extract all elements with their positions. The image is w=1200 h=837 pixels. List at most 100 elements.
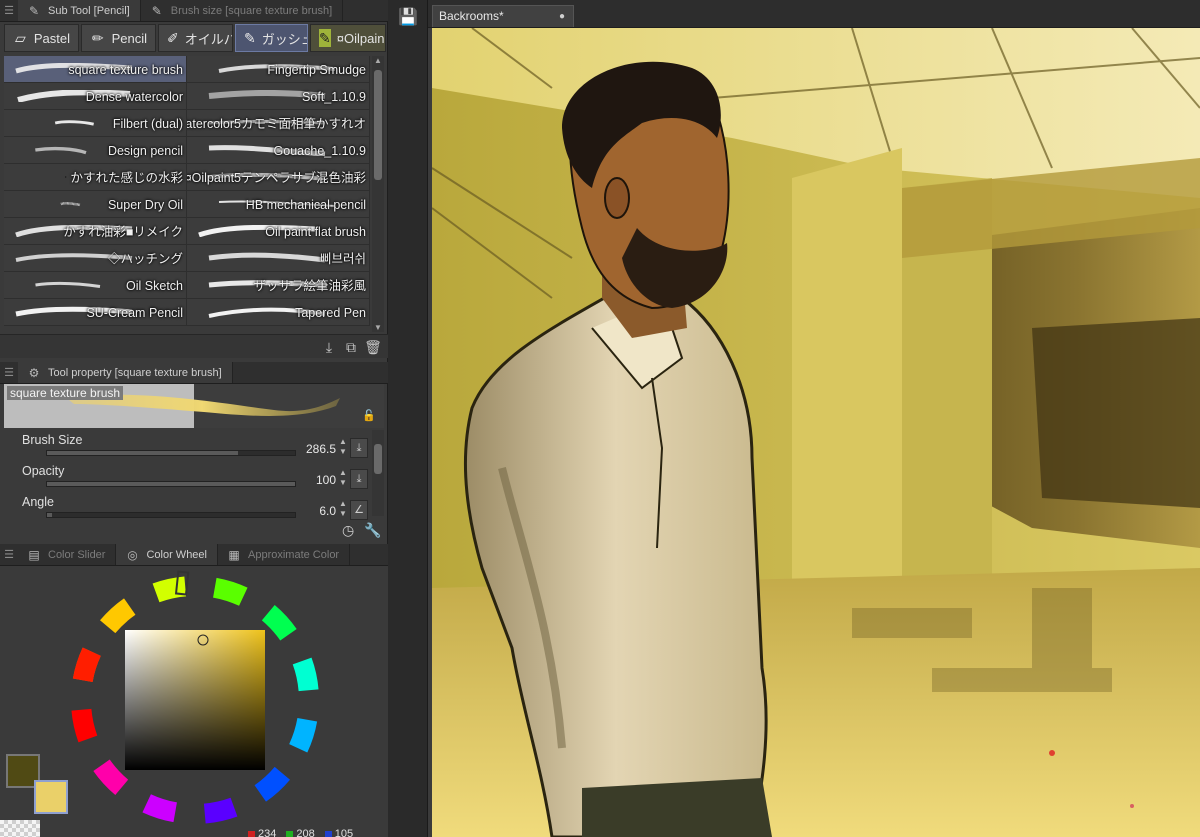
- tab-color-wheel[interactable]: ◎ Color Wheel: [116, 544, 218, 565]
- brush-size-slider[interactable]: [46, 450, 296, 456]
- scroll-down-icon[interactable]: ▼: [372, 323, 384, 332]
- group-pastel-button[interactable]: ▱ Pastel: [4, 24, 79, 52]
- scroll-thumb[interactable]: [374, 70, 382, 180]
- group-pencil-button[interactable]: ✏ Pencil: [81, 24, 156, 52]
- blue-value: 105: [334, 828, 354, 837]
- brush-item[interactable]: Design pencil: [4, 137, 187, 164]
- property-value[interactable]: 286.5: [306, 442, 336, 456]
- group-label: Pencil: [111, 30, 147, 46]
- brush-item[interactable]: SU-Cream Pencil: [4, 299, 187, 326]
- transparent-color-swatch[interactable]: [0, 820, 40, 837]
- sub-color-swatch[interactable]: [34, 780, 68, 814]
- tab-sub-tool[interactable]: ✎ Sub Tool [Pencil]: [18, 0, 141, 21]
- wrench-settings-icon[interactable]: 🔧: [364, 522, 381, 539]
- document-tabbar: Backrooms* ●: [428, 0, 1200, 28]
- brush-label: Gouache_1.10.9: [273, 144, 366, 158]
- painting-canvas[interactable]: [432, 28, 1200, 837]
- spin-arrows-icon[interactable]: ▲ ▼: [338, 468, 348, 490]
- brush-item[interactable]: Watercolor5カモミ面相筆かすれオ: [187, 110, 370, 137]
- brush-label: Dense watercolor: [85, 90, 183, 104]
- brush-item[interactable]: Super Dry Oil: [4, 191, 187, 218]
- brush-label: ◇ハッチング: [107, 252, 183, 266]
- brush-label: Design pencil: [107, 144, 183, 158]
- scroll-up-icon[interactable]: ▲: [372, 56, 384, 65]
- tool-property-tabbar: ☰ ⚙ Tool property [square texture brush]: [0, 362, 388, 384]
- tab-label: Tool property [square texture brush]: [48, 366, 222, 379]
- brush-item[interactable]: Fingertip Smudge: [187, 56, 370, 83]
- tab-color-slider[interactable]: ▤ Color Slider: [18, 544, 117, 565]
- delete-icon[interactable]: 🗑: [364, 338, 382, 356]
- import-icon[interactable]: ⤓: [320, 338, 338, 356]
- pressure-settings-button[interactable]: ⤓: [350, 469, 368, 489]
- wrench-icon: ⚙: [28, 365, 40, 380]
- close-dot-icon[interactable]: ●: [559, 11, 565, 22]
- tab-tool-property[interactable]: ⚙ Tool property [square texture brush]: [18, 362, 233, 383]
- dial-icon[interactable]: ◷: [342, 522, 354, 539]
- opacity-property: Opacity 100 ▲ ▼ ⤓: [10, 463, 370, 493]
- document-tab[interactable]: Backrooms* ●: [432, 5, 574, 27]
- tab-brush-size[interactable]: ✎ Brush size [square texture brush]: [140, 0, 344, 21]
- group-oilpaint-button[interactable]: ✎ ¤Oilpain: [310, 24, 386, 52]
- group-label: オイルパ: [184, 31, 233, 47]
- brush-item[interactable]: square texture brush: [4, 56, 187, 83]
- angle-settings-button[interactable]: ∠: [350, 500, 368, 520]
- property-scrollbar[interactable]: [372, 430, 384, 516]
- brush-item[interactable]: かすれ油彩■リメイク: [4, 218, 187, 245]
- tab-approximate-color[interactable]: ▦ Approximate Color: [218, 544, 351, 565]
- brush-item[interactable]: Soft_1.10.9: [187, 83, 370, 110]
- oil-pastel-icon: ✐: [167, 29, 179, 46]
- opacity-slider[interactable]: [46, 481, 296, 487]
- clip-studio-window: ☰ ✎ Sub Tool [Pencil] ✎ Brush size [squa…: [0, 0, 1200, 837]
- subtool-tabbar: ☰ ✎ Sub Tool [Pencil] ✎ Brush size [squa…: [0, 0, 388, 22]
- scroll-thumb[interactable]: [374, 444, 382, 474]
- property-value[interactable]: 6.0: [319, 504, 336, 518]
- slider-fill: [47, 482, 295, 486]
- pressure-settings-button[interactable]: ⤓: [350, 438, 368, 458]
- brush-preview: square texture brush 🔓: [4, 384, 384, 428]
- property-label: Angle: [22, 495, 54, 509]
- brush-item[interactable]: ◇ハッチング: [4, 245, 187, 272]
- save-icon[interactable]: 💾: [398, 8, 418, 28]
- brush-label: Filbert (dual): [112, 117, 183, 131]
- brush-item[interactable]: Dense watercolor: [4, 83, 187, 110]
- brush-item[interactable]: Gouache_1.10.9: [187, 137, 370, 164]
- brush-item[interactable]: Tapered Pen: [187, 299, 370, 326]
- brush-item[interactable]: 삐브러쉬: [187, 245, 370, 272]
- brush-label: Watercolor5カモミ面相筆かすれオ: [187, 117, 366, 131]
- panel-menu-icon[interactable]: ☰: [0, 362, 18, 383]
- approximate-color-icon: ▦: [228, 547, 240, 562]
- brush-item[interactable]: かすれた感じの水彩: [4, 164, 187, 191]
- group-label: ガッシュ: [261, 31, 307, 47]
- pencil-icon: ✏: [91, 29, 104, 46]
- panel-menu-icon[interactable]: ☰: [0, 0, 18, 21]
- brush-item[interactable]: HB mechanical pencil: [187, 191, 370, 218]
- color-tabbar: ☰ ▤ Color Slider ◎ Color Wheel ▦ Approxi…: [0, 544, 388, 566]
- angle-property: Angle 6.0 ▲ ▼ ∠: [10, 494, 370, 524]
- spin-arrows-icon[interactable]: ▲ ▼: [338, 437, 348, 459]
- brush-label: Tapered Pen: [295, 306, 366, 320]
- blue-readout: 105: [324, 828, 354, 837]
- brush-label: Soft_1.10.9: [302, 90, 366, 104]
- brush-label: Fingertip Smudge: [267, 63, 366, 77]
- brush-label: HB mechanical pencil: [245, 198, 366, 212]
- brush-item[interactable]: ザッサラ絵筆油彩風: [187, 272, 370, 299]
- panel-menu-icon[interactable]: ☰: [0, 544, 18, 565]
- green-readout: 208: [286, 828, 315, 837]
- brush-item[interactable]: Filbert (dual): [4, 110, 187, 137]
- left-panel: ☰ ✎ Sub Tool [Pencil] ✎ Brush size [squa…: [0, 0, 388, 837]
- brush-preview-name: square texture brush: [7, 386, 124, 400]
- spin-arrows-icon[interactable]: ▲ ▼: [338, 499, 348, 521]
- brush-item[interactable]: ¤Oilpaint5テンペラサブ混色油彩: [187, 164, 370, 191]
- group-gouache-button[interactable]: ✎ ガッシュ: [235, 24, 308, 52]
- duplicate-icon[interactable]: ⧉: [342, 338, 360, 356]
- group-oil-pastel-button[interactable]: ✐ オイルパ: [158, 24, 233, 52]
- brush-item[interactable]: Oil Sketch: [4, 272, 187, 299]
- brush-size-property: Brush Size 286.5 ▲ ▼ ⤓: [10, 432, 370, 462]
- painting-illustration: [432, 28, 1200, 837]
- brush-list-scrollbar[interactable]: ▲ ▼: [372, 56, 384, 332]
- lock-icon[interactable]: 🔓: [362, 409, 376, 422]
- property-value[interactable]: 100: [316, 473, 336, 487]
- brush-item[interactable]: Oil paint flat brush: [187, 218, 370, 245]
- green-value: 208: [296, 828, 315, 837]
- angle-slider[interactable]: [46, 512, 296, 518]
